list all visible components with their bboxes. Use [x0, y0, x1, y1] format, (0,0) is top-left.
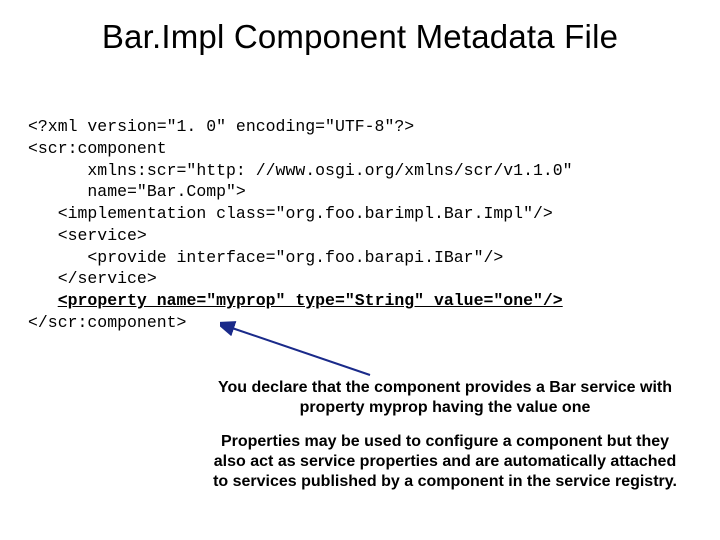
code-line-3: xmlns:scr="http: //www.osgi.org/xmlns/sc…: [28, 161, 573, 180]
code-line-4: name="Bar.Comp">: [28, 182, 246, 201]
code-line-8: </service>: [28, 269, 157, 288]
code-line-1: <?xml version="1. 0" encoding="UTF-8"?>: [28, 117, 414, 136]
code-line-10: </scr:component>: [28, 313, 186, 332]
code-line-5: <implementation class="org.foo.barimpl.B…: [28, 204, 553, 223]
annotation-properties: Properties may be used to configure a co…: [210, 432, 680, 492]
code-line-9-indent: [28, 291, 58, 310]
code-line-9-property: <property name="myprop" type="String" va…: [58, 291, 563, 310]
slide-title: Bar.Impl Component Metadata File: [0, 18, 720, 56]
code-line-2: <scr:component: [28, 139, 167, 158]
code-line-6: <service>: [28, 226, 147, 245]
code-line-7: <provide interface="org.foo.barapi.IBar"…: [28, 248, 503, 267]
annotation-declare: You declare that the component provides …: [210, 378, 680, 418]
xml-code-block: <?xml version="1. 0" encoding="UTF-8"?> …: [28, 116, 692, 334]
slide: Bar.Impl Component Metadata File <?xml v…: [0, 0, 720, 540]
